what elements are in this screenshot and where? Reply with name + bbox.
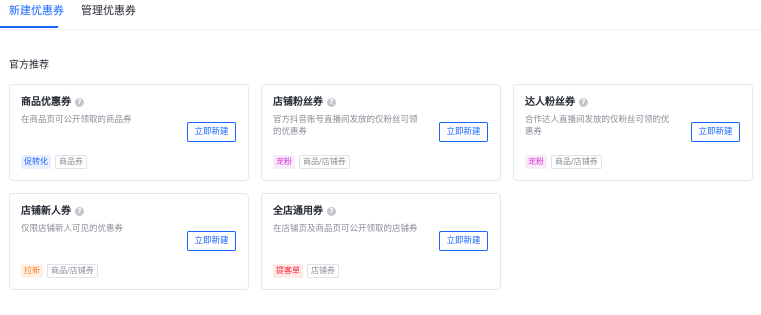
active-tab-indicator [0,26,58,28]
card-title: 全店通用券 ? [273,205,336,218]
card-tags: 宠粉 商品/店铺券 [273,155,350,169]
help-icon[interactable]: ? [327,98,336,107]
coupon-card-product: 商品优惠券 ? 在商品页可公开领取的商品券 立即新建 促转化 商品券 [9,84,249,181]
tab-create-coupon[interactable]: 新建优惠券 [9,4,64,18]
create-now-button[interactable]: 立即新建 [187,231,236,251]
help-icon[interactable]: ? [75,207,84,216]
tag-highlight: 提客单 [273,264,303,278]
card-title-text: 店铺粉丝券 [273,97,323,108]
card-tags: 拉新 商品/店铺券 [21,264,98,278]
create-now-button[interactable]: 立即新建 [187,122,236,142]
help-icon[interactable]: ? [579,98,588,107]
help-icon[interactable]: ? [75,98,84,107]
create-now-button[interactable]: 立即新建 [691,122,740,142]
card-title: 店铺新人券 ? [21,205,84,218]
create-now-button[interactable]: 立即新建 [439,122,488,142]
card-description: 仅限店铺新人可见的优惠券 [21,224,124,234]
card-description: 在店铺页及商品页可公开领取的店铺券 [273,224,418,234]
card-description: 合作达人直播间发放的仅粉丝可领的优惠券 [525,115,670,137]
card-title: 达人粉丝券 ? [525,96,588,109]
card-title-text: 达人粉丝券 [525,97,575,108]
card-title-text: 店铺新人券 [21,206,71,217]
tag-type: 商品/店铺券 [299,155,350,169]
coupon-card-shop-fan: 店铺粉丝券 ? 官方抖音账号直播间发放的仅粉丝可领的优惠券 立即新建 宠粉 商品… [261,84,501,181]
create-now-button[interactable]: 立即新建 [439,231,488,251]
card-title: 商品优惠券 ? [21,96,84,109]
section-title: 官方推荐 [9,60,49,71]
card-tags: 促转化 商品券 [21,155,87,169]
card-tags: 提客单 店铺券 [273,264,339,278]
tag-type: 商品/店铺券 [47,264,98,278]
tag-highlight: 宠粉 [273,155,295,169]
tag-type: 商品券 [55,155,87,169]
tab-manage-coupon[interactable]: 管理优惠券 [81,4,136,18]
card-title-text: 商品优惠券 [21,97,71,108]
tag-highlight: 宠粉 [525,155,547,169]
coupon-card-store-wide: 全店通用券 ? 在店铺页及商品页可公开领取的店铺券 立即新建 提客单 店铺券 [261,193,501,290]
coupon-card-shop-newcomer: 店铺新人券 ? 仅限店铺新人可见的优惠券 立即新建 拉新 商品/店铺券 [9,193,249,290]
card-title: 店铺粉丝券 ? [273,96,336,109]
card-title-text: 全店通用券 [273,206,323,217]
card-tags: 宠粉 商品/店铺券 [525,155,602,169]
tag-highlight: 拉新 [21,264,43,278]
coupon-card-talent-fan: 达人粉丝券 ? 合作达人直播间发放的仅粉丝可领的优惠券 立即新建 宠粉 商品/店… [513,84,753,181]
tag-type: 店铺券 [307,264,339,278]
card-description: 在商品页可公开领取的商品券 [21,115,132,125]
tag-type: 商品/店铺券 [551,155,602,169]
card-description: 官方抖音账号直播间发放的仅粉丝可领的优惠券 [273,115,418,137]
help-icon[interactable]: ? [327,207,336,216]
tag-highlight: 促转化 [21,155,51,169]
tab-bar: 新建优惠券 管理优惠券 [0,0,761,30]
